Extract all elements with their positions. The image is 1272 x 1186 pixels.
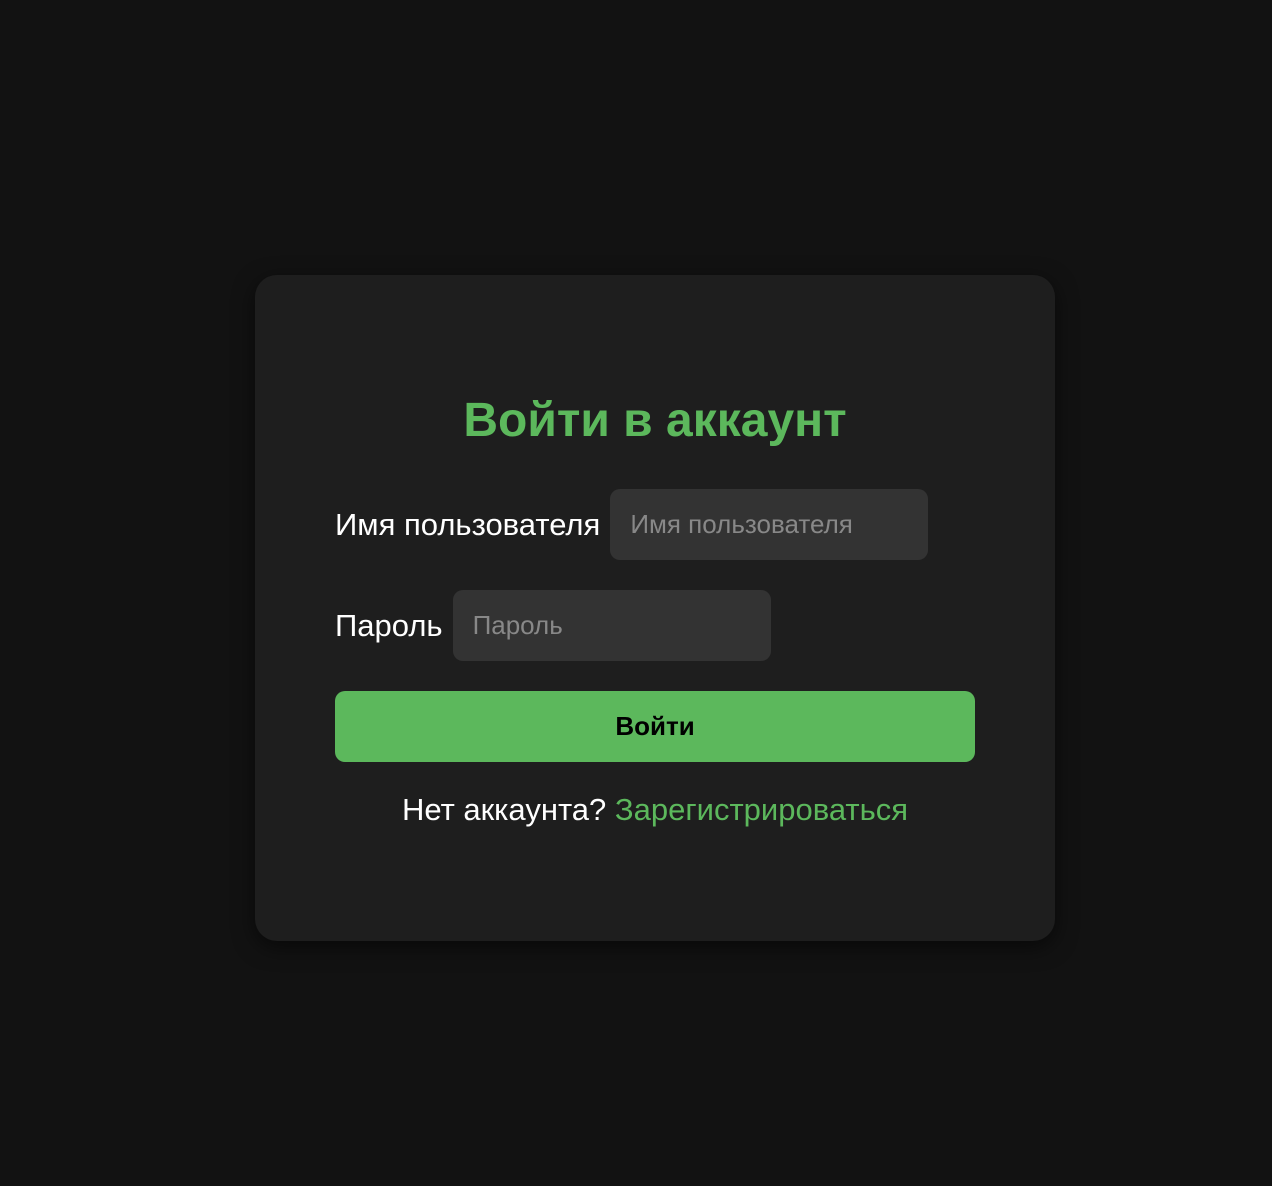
password-row: Пароль — [335, 590, 975, 661]
register-link[interactable]: Зарегистрироваться — [615, 792, 908, 827]
page-title: Войти в аккаунт — [463, 394, 847, 447]
username-label: Имя пользователя — [335, 506, 601, 542]
password-label: Пароль — [335, 607, 443, 643]
password-input[interactable] — [452, 590, 771, 661]
register-prompt-text: Нет аккаунта? — [401, 792, 607, 827]
username-row: Имя пользователя — [335, 489, 975, 560]
login-button[interactable]: Войти — [335, 691, 975, 762]
login-card: Войти в аккаунт Имя пользователя Пароль … — [255, 275, 1055, 941]
username-input[interactable] — [610, 489, 929, 560]
register-prompt: Нет аккаунта? Зарегистрироваться — [335, 792, 975, 828]
